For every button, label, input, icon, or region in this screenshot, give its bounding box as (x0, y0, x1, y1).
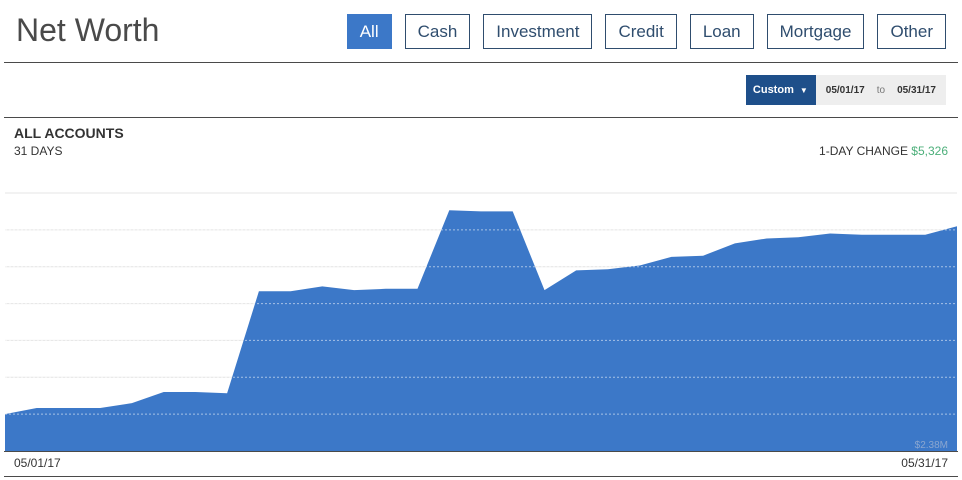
data-point[interactable] (700, 253, 706, 259)
data-point[interactable] (224, 390, 230, 396)
data-point[interactable] (351, 287, 357, 293)
y-min-label: $2.38M (914, 440, 948, 451)
data-point[interactable] (859, 232, 865, 238)
data-point[interactable] (161, 389, 167, 395)
data-point[interactable] (764, 235, 770, 241)
net-worth-area (5, 210, 957, 451)
data-point[interactable] (192, 389, 198, 395)
data-point[interactable] (795, 234, 801, 240)
data-point[interactable] (288, 288, 294, 294)
data-point[interactable] (446, 207, 452, 213)
data-point[interactable] (827, 231, 833, 237)
data-point[interactable] (415, 286, 421, 292)
data-point[interactable] (732, 240, 738, 246)
data-point[interactable] (65, 405, 71, 411)
data-point[interactable] (605, 266, 611, 272)
footer-divider (4, 476, 958, 477)
data-point[interactable] (319, 283, 325, 289)
data-point[interactable] (256, 288, 262, 294)
data-point[interactable] (478, 208, 484, 214)
data-point[interactable] (510, 208, 516, 214)
data-point[interactable] (129, 400, 135, 406)
data-point[interactable] (922, 232, 928, 238)
data-point[interactable] (97, 405, 103, 411)
x-start-label: 05/01/17 (14, 456, 61, 470)
data-point[interactable] (34, 405, 40, 411)
x-end-label: 05/31/17 (901, 456, 948, 470)
data-point[interactable] (891, 232, 897, 238)
data-point[interactable] (573, 267, 579, 273)
x-axis-line (4, 451, 958, 452)
data-point[interactable] (541, 287, 547, 293)
data-point[interactable] (637, 262, 643, 268)
data-point[interactable] (668, 254, 674, 260)
data-point[interactable] (954, 223, 960, 229)
data-point[interactable] (2, 411, 8, 417)
data-point[interactable] (383, 286, 389, 292)
net-worth-area-chart (2, 192, 960, 451)
